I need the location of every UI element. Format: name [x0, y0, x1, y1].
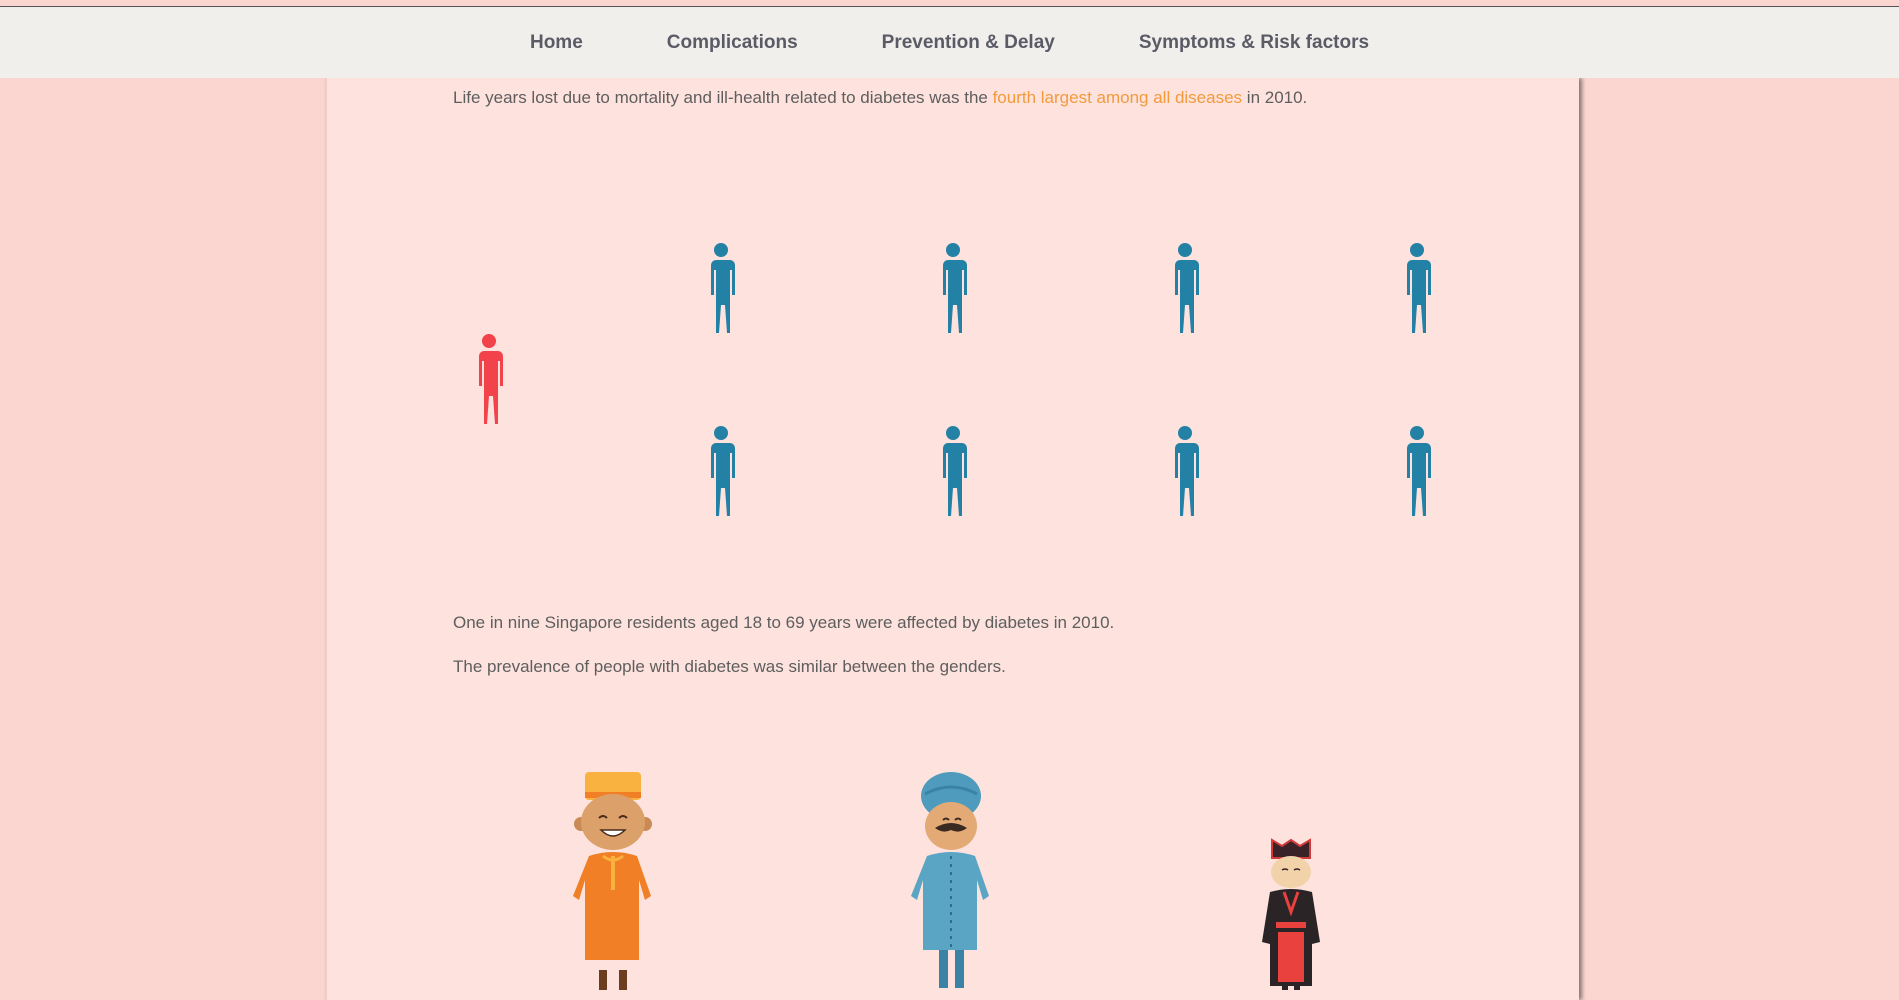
person-icon — [935, 426, 971, 516]
indian-man-icon — [901, 772, 1001, 992]
malay-man-icon — [563, 772, 663, 992]
nav-complications[interactable]: Complications — [667, 32, 798, 54]
person-icon — [703, 243, 739, 333]
person-icon — [1167, 426, 1203, 516]
main-content-panel: Life years lost due to mortality and ill… — [325, 78, 1579, 1000]
life-years-text-end: in 2010. — [1242, 88, 1308, 107]
person-icon — [1167, 243, 1203, 333]
nav-symptoms-risk-factors[interactable]: Symptoms & Risk factors — [1139, 32, 1369, 54]
gender-prevalence-text: The prevalence of people with diabetes w… — [453, 657, 1006, 676]
person-icon — [1399, 426, 1435, 516]
life-years-lost-text: Life years lost due to mortality and ill… — [453, 88, 1307, 108]
one-in-nine-text: One in nine Singapore residents aged 18 … — [453, 613, 1115, 632]
nav-prevention-delay[interactable]: Prevention & Delay — [882, 32, 1055, 54]
fourth-largest-highlight: fourth largest among all diseases — [992, 88, 1243, 107]
person-icon-highlighted — [471, 334, 507, 424]
person-icon — [935, 243, 971, 333]
life-years-text-start: Life years lost due to mortality and ill… — [453, 88, 993, 107]
person-icon — [703, 426, 739, 516]
chinese-man-icon — [1256, 838, 1326, 992]
nav-home[interactable]: Home — [530, 32, 583, 54]
person-icon — [1399, 243, 1435, 333]
top-navigation: Home Complications Prevention & Delay Sy… — [0, 7, 1899, 78]
person-shape — [479, 334, 503, 424]
